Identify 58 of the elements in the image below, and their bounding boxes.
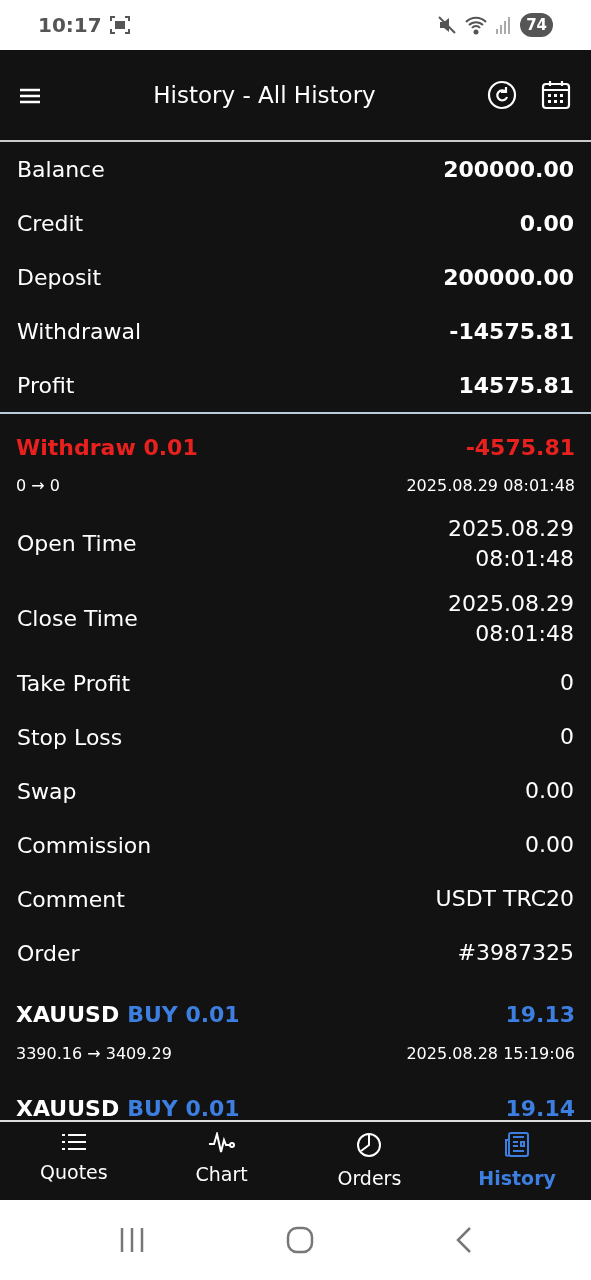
detail-value: 0.00 xyxy=(525,831,574,860)
battery-level: 74 xyxy=(520,12,553,38)
deal-prices: 0 → 0 xyxy=(16,475,60,497)
detail-label: Take Profit xyxy=(17,669,131,698)
nav-tab[interactable]: Quotes xyxy=(0,1122,148,1200)
detail-value: 2025.08.29 08:01:48 xyxy=(447,589,574,648)
mute-icon xyxy=(438,16,457,34)
detail-label: Swap xyxy=(17,777,77,806)
deal-symbol: XAUUSD xyxy=(16,1000,120,1029)
detail-value: 0.00 xyxy=(525,777,574,806)
deal-time: 2025.08.29 08:01:48 xyxy=(406,475,575,497)
deal-time: 2025.08.28 15:19:06 xyxy=(406,1043,575,1065)
detail-label: Close Time xyxy=(17,605,138,633)
newspaper-icon xyxy=(505,1132,530,1158)
deal-amount: 19.13 xyxy=(505,1000,575,1029)
page-title: History - All History xyxy=(153,81,376,108)
list-icon xyxy=(61,1132,86,1152)
summary-label: Balance xyxy=(17,155,105,184)
detail-label: Comment xyxy=(17,885,125,914)
summary-value: 200000.00 xyxy=(443,155,574,184)
summary-value: -14575.81 xyxy=(449,317,574,346)
summary-label: Deposit xyxy=(17,263,102,292)
recent-apps-icon[interactable] xyxy=(118,1228,145,1252)
summary-label: Profit xyxy=(17,371,75,400)
wifi-icon xyxy=(464,15,489,35)
detail-value: 0 xyxy=(560,669,574,698)
refresh-button[interactable] xyxy=(487,80,517,110)
pie-icon xyxy=(356,1132,383,1158)
summary-value: 14575.81 xyxy=(458,371,574,400)
nav-tab[interactable]: History xyxy=(443,1122,591,1200)
detail-label: Open Time xyxy=(17,530,137,558)
home-icon[interactable] xyxy=(286,1226,315,1254)
nav-tab[interactable]: Orders xyxy=(295,1122,444,1200)
clock-time: 10:17 xyxy=(38,12,102,39)
summary-value: 200000.00 xyxy=(443,263,574,292)
detail-label: Stop Loss xyxy=(17,723,123,752)
screenshot-icon xyxy=(109,16,130,34)
deal-prices: 3390.16 → 3409.29 xyxy=(16,1043,172,1065)
summary-label: Credit xyxy=(17,209,84,238)
calendar-button[interactable] xyxy=(541,80,571,110)
summary-value: 0.00 xyxy=(519,209,574,238)
signal-icon xyxy=(496,16,513,34)
nav-tab[interactable]: Chart xyxy=(147,1122,296,1200)
deal-amount: -4575.81 xyxy=(465,433,575,462)
detail-value: 0 xyxy=(560,723,574,752)
detail-label: Order xyxy=(17,939,80,968)
deal-side: BUY 0.01 xyxy=(127,1094,240,1120)
detail-value: #3987325 xyxy=(457,939,574,968)
deal-title: Withdraw 0.01 xyxy=(16,433,198,462)
deal-amount: 19.14 xyxy=(505,1094,575,1120)
deal-side: BUY 0.01 xyxy=(127,1000,240,1029)
detail-value: USDT TRC20 xyxy=(435,885,574,914)
back-icon[interactable] xyxy=(456,1226,473,1254)
detail-label: Commission xyxy=(17,831,152,860)
detail-value: 2025.08.29 08:01:48 xyxy=(447,514,574,573)
summary-label: Withdrawal xyxy=(17,317,142,346)
pulse-icon xyxy=(208,1132,235,1154)
deal-symbol: XAUUSD xyxy=(16,1094,120,1120)
